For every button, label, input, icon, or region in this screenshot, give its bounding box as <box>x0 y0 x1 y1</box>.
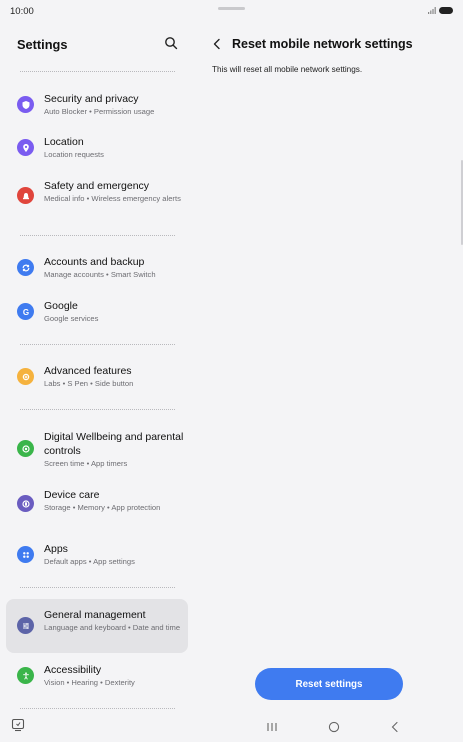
menu-item-subtitle: Default apps • App settings <box>44 557 135 566</box>
menu-item-title: Accessibility <box>44 664 102 676</box>
settings-item-accounts-backup[interactable]: Accounts and backup Manage accounts • Sm… <box>6 250 188 286</box>
menu-item-subtitle: Vision • Hearing • Dexterity <box>44 678 135 687</box>
divider <box>20 235 175 236</box>
menu-item-title: Accounts and backup <box>44 256 145 268</box>
settings-item-security-privacy[interactable]: Security and privacy Auto Blocker • Perm… <box>6 86 188 124</box>
reset-settings-button[interactable]: Reset settings <box>255 668 403 700</box>
menu-item-subtitle: Medical info • Wireless emergency alerts <box>44 194 181 203</box>
nav-back-icon[interactable] <box>390 721 400 733</box>
wellbeing-icon <box>17 440 34 457</box>
detail-pane: Reset mobile network settings This will … <box>196 24 463 710</box>
alert-bell-icon <box>17 187 34 204</box>
menu-item-subtitle: Google services <box>44 314 99 323</box>
menu-item-title: Digital Wellbeing and parental controls <box>44 431 184 457</box>
location-pin-icon <box>17 139 34 156</box>
menu-item-subtitle: Screen time • App timers <box>44 459 128 468</box>
page-description: This will reset all mobile network setti… <box>212 65 363 74</box>
settings-item-apps[interactable]: Apps Default apps • App settings <box>6 537 188 573</box>
signal-icon <box>428 7 436 14</box>
settings-item-location[interactable]: Location Location requests <box>6 130 188 166</box>
menu-item-title: Device care <box>44 489 100 501</box>
menu-item-title: Security and privacy <box>44 93 139 105</box>
menu-item-subtitle: Manage accounts • Smart Switch <box>44 270 156 279</box>
page-title: Reset mobile network settings <box>232 37 413 51</box>
recents-icon[interactable] <box>266 722 278 732</box>
status-icons <box>428 6 453 14</box>
apps-grid-icon <box>17 546 34 563</box>
menu-item-title: Google <box>44 300 78 312</box>
divider <box>20 587 175 588</box>
shield-icon <box>17 96 34 113</box>
home-icon[interactable] <box>328 721 340 733</box>
notch-pill <box>218 7 245 10</box>
divider <box>20 344 175 345</box>
menu-item-subtitle: Auto Blocker • Permission usage <box>44 107 155 116</box>
gear-plus-icon <box>17 368 34 385</box>
status-time: 10:00 <box>10 6 34 17</box>
menu-item-subtitle: Storage • Memory • App protection <box>44 503 161 512</box>
settings-item-device-care[interactable]: Device care Storage • Memory • App prote… <box>6 482 188 528</box>
google-icon: G <box>17 303 34 320</box>
divider <box>20 708 175 709</box>
divider <box>20 71 175 72</box>
sync-icon <box>17 259 34 276</box>
menu-item-title: General management <box>44 609 146 621</box>
svg-text:G: G <box>22 308 28 317</box>
accessibility-icon <box>17 667 34 684</box>
settings-item-general-management[interactable]: General management Language and keyboard… <box>6 599 188 653</box>
divider <box>20 409 175 410</box>
menu-item-title: Apps <box>44 543 68 555</box>
navigation-bar <box>0 710 463 742</box>
menu-item-subtitle: Labs • S Pen • Side button <box>44 379 134 388</box>
menu-item-title: Location <box>44 136 84 148</box>
settings-item-google[interactable]: G Google Google services <box>6 294 188 330</box>
menu-item-subtitle: Language and keyboard • Date and time <box>44 623 181 632</box>
menu-item-title: Safety and emergency <box>44 180 150 192</box>
sliders-icon <box>17 617 34 634</box>
settings-item-accessibility[interactable]: Accessibility Vision • Hearing • Dexteri… <box>6 658 188 694</box>
device-care-icon <box>17 495 34 512</box>
settings-item-advanced-features[interactable]: Advanced features Labs • S Pen • Side bu… <box>6 359 188 395</box>
search-icon[interactable] <box>164 36 178 50</box>
menu-item-title: Advanced features <box>44 365 132 377</box>
settings-item-digital-wellbeing[interactable]: Digital Wellbeing and parental controls … <box>6 424 188 474</box>
battery-icon <box>439 6 453 14</box>
menu-item-subtitle: Location requests <box>44 150 104 159</box>
screen-recorder-icon[interactable] <box>11 718 25 732</box>
settings-list-pane: Settings Security and privacy Auto Block… <box>0 24 196 710</box>
status-bar: 10:00 <box>0 0 463 24</box>
settings-item-safety-emergency[interactable]: Safety and emergency Medical info • Wire… <box>6 174 188 220</box>
settings-title: Settings <box>17 37 68 52</box>
back-arrow-icon[interactable] <box>212 38 222 50</box>
